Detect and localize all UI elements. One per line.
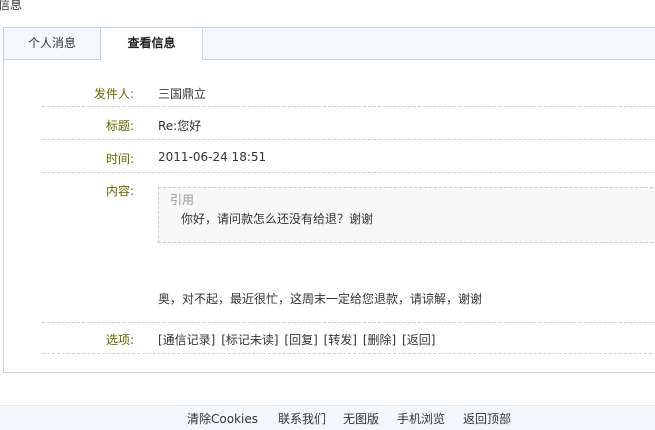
tab-personal-messages[interactable]: 个人消息 — [4, 28, 100, 59]
footer: 清除Cookies 联系我们 无图版 手机浏览 返回顶部 — [0, 405, 655, 430]
delete-link[interactable]: [删除] — [363, 333, 396, 347]
content-label: 内容: — [105, 184, 134, 198]
contact-us-link[interactable]: 联系我们 — [278, 410, 326, 427]
time-value: 2011-06-24 18:51 — [158, 150, 267, 164]
quote-label: 引用 — [170, 193, 195, 207]
subject-row: 标题: Re:您好 — [42, 106, 655, 140]
time-label: 时间: — [105, 152, 134, 166]
message-history-link[interactable]: [通信记录] — [158, 333, 215, 347]
subject-value: Re:您好 — [158, 119, 202, 133]
text-only-link[interactable]: 无图版 — [343, 410, 379, 427]
quote-text: 你好，请问款怎么还没有给退？谢谢 — [181, 212, 374, 226]
mark-unread-link[interactable]: [标记未读] — [221, 333, 278, 347]
sender-value: 三国鼎立 — [158, 87, 207, 101]
options-row: 选项: [通信记录] [标记未读] [回复] [转发] [删除] [返回] — [42, 322, 655, 354]
sender-row: 发件人: 三国鼎立 — [42, 79, 655, 107]
message-panel: 个人消息 查看信息 发件人: 三国鼎立 标题: Re:您好 时间: 2011-0… — [3, 27, 655, 373]
clear-cookies-link[interactable]: 清除Cookies — [187, 410, 258, 427]
quote-box: 引用 你好，请问款怎么还没有给退？谢谢 — [158, 187, 655, 243]
options-label: 选项: — [105, 333, 134, 347]
back-to-top-link[interactable]: 返回顶部 — [463, 410, 511, 427]
tab-bar: 个人消息 查看信息 — [4, 28, 655, 60]
subject-label: 标题: — [105, 119, 134, 133]
tab-view-message[interactable]: 查看信息 — [100, 28, 203, 60]
message-body: 奥，对不起，最近很忙，这周末一定给您退款，请谅解，谢谢 — [158, 292, 483, 306]
sender-label: 发件人: — [93, 87, 134, 101]
reply-link[interactable]: [回复] — [284, 333, 317, 347]
page-title: 信息 — [0, 0, 23, 12]
options-links: [通信记录] [标记未读] [回复] [转发] [删除] [返回] — [158, 331, 437, 348]
forward-link[interactable]: [转发] — [324, 333, 357, 347]
content-row: 内容: 引用 你好，请问款怎么还没有给退？谢谢 奥，对不起，最近很忙，这周末一定… — [42, 172, 655, 323]
time-row: 时间: 2011-06-24 18:51 — [42, 139, 655, 173]
back-link[interactable]: [返回] — [402, 333, 435, 347]
mobile-view-link[interactable]: 手机浏览 — [397, 410, 445, 427]
